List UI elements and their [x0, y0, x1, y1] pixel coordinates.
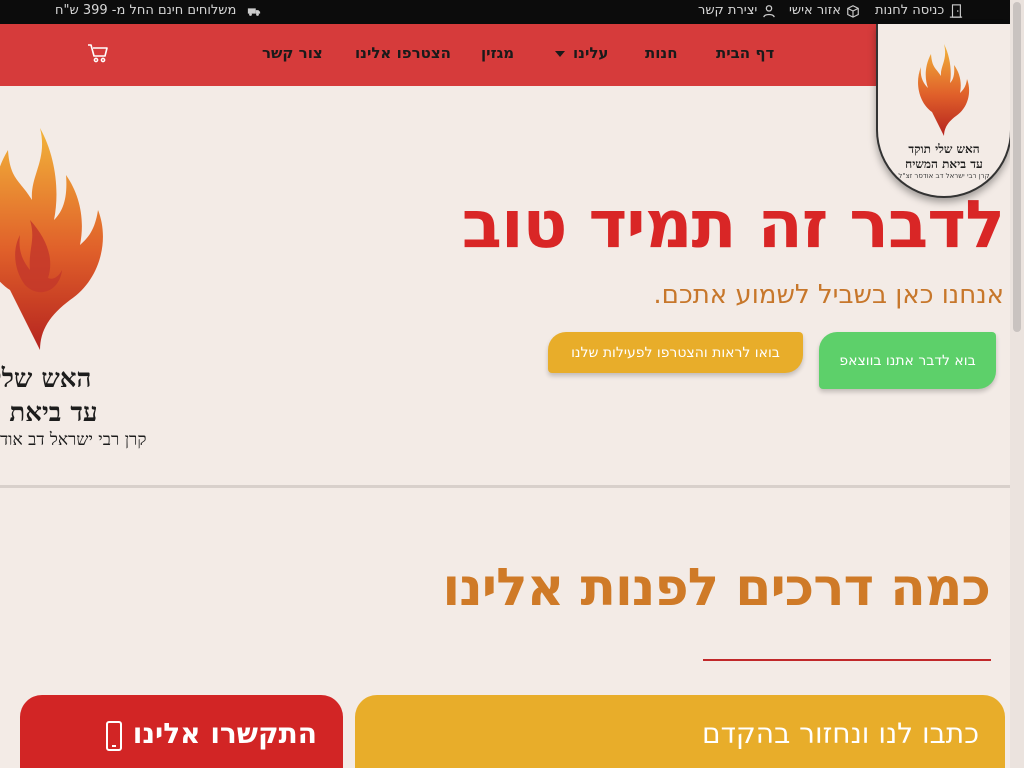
big-logo-line2: עד ביאת המ	[0, 398, 98, 428]
scrollbar-thumb[interactable]	[1013, 2, 1021, 332]
nav-about[interactable]: עלינו	[555, 44, 608, 62]
personal-area-link[interactable]: אזור אישי	[789, 3, 860, 18]
personal-area-label: אזור אישי	[789, 3, 841, 18]
top-bar: משלוחים חינם החל מ- 399 ש"ח יצירת קשר אז…	[0, 0, 1010, 24]
store-login-link[interactable]: כניסה לחנות	[875, 3, 963, 18]
nav-join-us[interactable]: הצטרפו אלינו	[355, 44, 451, 62]
box-icon	[847, 4, 859, 18]
whatsapp-button[interactable]: בוא לדבר אתנו בווצאפ	[819, 332, 996, 389]
big-logo-line3: קרן רבי ישראל דב אוד	[0, 430, 147, 450]
big-logo-line1: האש שלי ת	[0, 364, 92, 394]
free-shipping-notice: משלוחים חינם החל מ- 399 ש"ח	[55, 3, 261, 18]
nav-home[interactable]: דף הבית	[716, 44, 774, 62]
logo-line2: עד ביאת המשיח	[905, 157, 983, 171]
hero-title: לדבר זה תמיד טוב	[461, 186, 1005, 263]
support-agent-icon	[763, 4, 776, 17]
contact-link[interactable]: יצירת קשר	[698, 3, 776, 18]
nav-store[interactable]: חנות	[645, 44, 678, 62]
write-to-us-title: כתבו לנו ונחזור בהקדם	[702, 717, 979, 750]
hero-subtitle: אנחנו כאן בשביל לשמוע אתכם.	[653, 280, 1004, 310]
flame-icon	[0, 128, 103, 350]
call-us-card[interactable]: התקשרו אלינו	[20, 695, 343, 768]
chevron-down-icon	[555, 50, 565, 57]
contact-ways-title: כמה דרכים לפנות אלינו	[442, 558, 991, 618]
title-underline	[703, 659, 991, 661]
main-navigation: דף הבית חנות עלינו מגזין הצטרפו אלינו צו…	[0, 24, 1010, 86]
logo-line1: האש שלי תוקד	[908, 142, 980, 156]
section-divider	[0, 485, 1010, 488]
truck-icon	[248, 7, 261, 16]
call-us-title: התקשרו אלינו	[132, 717, 317, 750]
nav-contact[interactable]: צור קשר	[262, 44, 323, 62]
site-logo[interactable]: האש שלי תוקד עד ביאת המשיח קרן רבי ישראל…	[876, 24, 1012, 198]
flame-logo-icon	[918, 44, 970, 136]
store-login-label: כניסה לחנות	[875, 3, 945, 18]
logo-line3: קרן רבי ישראל דב אודסר זצ"ל	[898, 172, 990, 180]
write-to-us-card[interactable]: כתבו לנו ונחזור בהקדם	[355, 695, 1005, 768]
contact-link-label: יצירת קשר	[698, 3, 758, 18]
page-scrollbar[interactable]	[1010, 0, 1024, 768]
door-icon	[950, 3, 963, 18]
phone-icon	[106, 721, 122, 751]
nav-about-label: עלינו	[573, 44, 609, 62]
shipping-label: משלוחים חינם החל מ- 399 ש"ח	[55, 3, 237, 18]
nav-magazine[interactable]: מגזין	[481, 44, 514, 62]
activities-button[interactable]: בואו לראות והצטרפו לפעילות שלנו	[548, 332, 803, 373]
cart-icon[interactable]	[86, 41, 110, 65]
